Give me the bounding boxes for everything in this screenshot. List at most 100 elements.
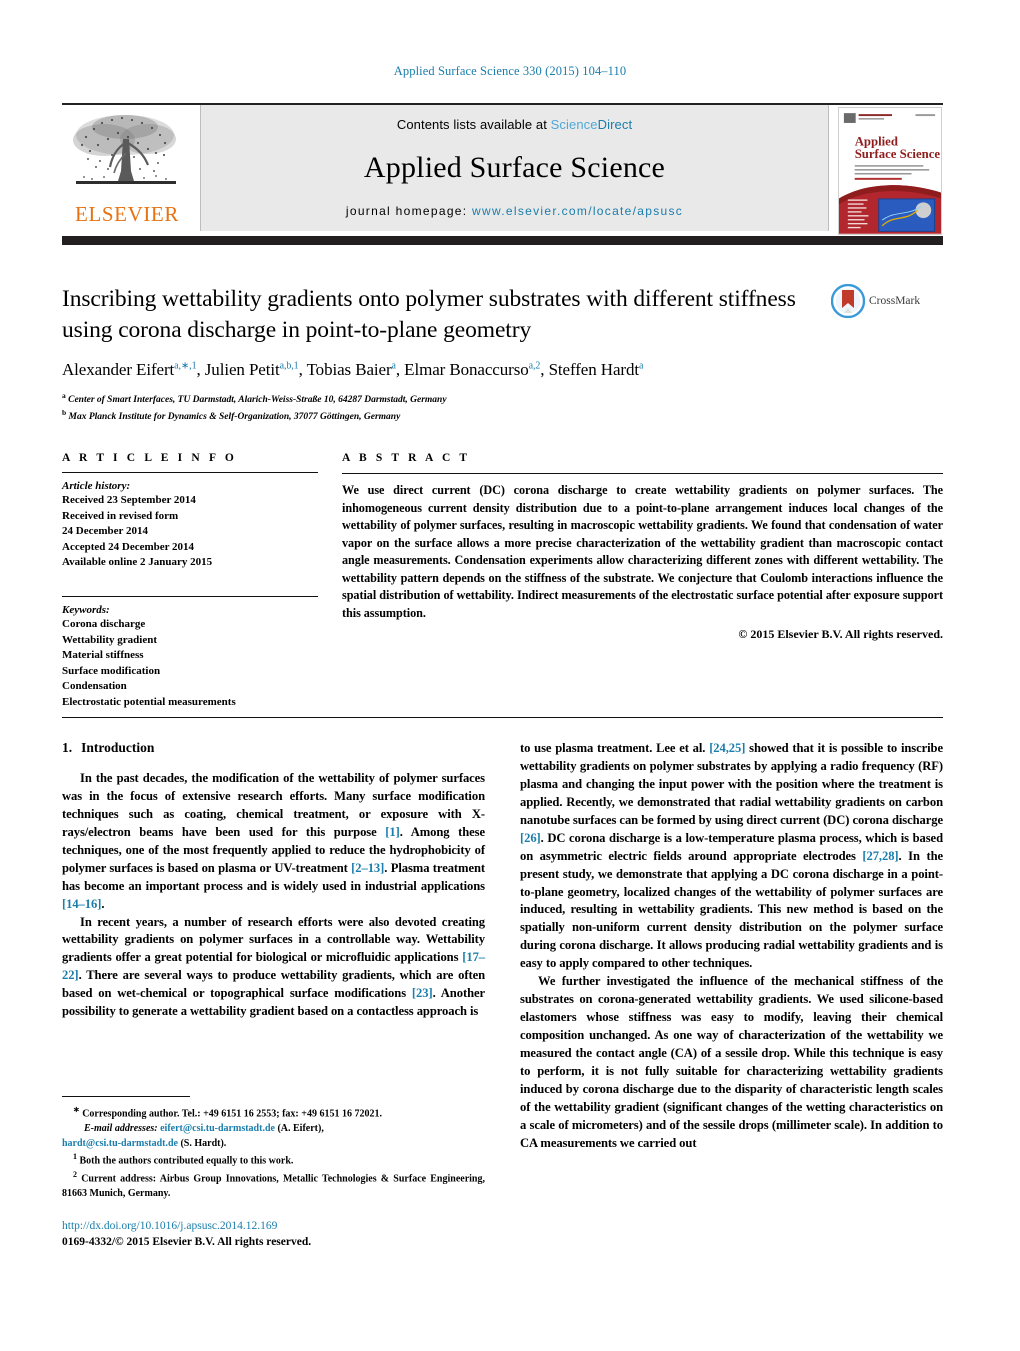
body-paragraph: to use plasma treatment. Lee et al. [24,… bbox=[520, 740, 943, 973]
article-history-line: Received 23 September 2014 bbox=[62, 494, 196, 506]
crossmark-badge[interactable]: CrossMark bbox=[831, 284, 943, 318]
footnote-corresponding-text: Corresponding author. Tel.: +49 6151 16 … bbox=[82, 1108, 382, 1120]
section-title: Introduction bbox=[81, 740, 155, 755]
contents-lists-prefix: Contents lists available at bbox=[396, 117, 551, 132]
article-info-column: A R T I C L E I N F O Article history: R… bbox=[62, 452, 318, 711]
abstract-heading: A B S T R A C T bbox=[342, 452, 471, 464]
left-column-paragraphs: In the past decades, the modification of… bbox=[62, 770, 485, 1021]
info-abstract-row: A R T I C L E I N F O Article history: R… bbox=[62, 452, 943, 711]
article-history-label: Article history: bbox=[62, 480, 131, 492]
email-link-eifert[interactable]: eifert@csi.tu-darmstadt.de bbox=[160, 1123, 275, 1134]
keywords-rule bbox=[62, 596, 318, 598]
journal-masthead: ELSEVIER Contents lists available at Sci… bbox=[62, 103, 943, 235]
doi-link[interactable]: http://dx.doi.org/10.1016/j.apsusc.2014.… bbox=[62, 1219, 562, 1235]
article-first-page: Applied Surface Science 330 (2015) 104–1… bbox=[0, 0, 1020, 1351]
journal-homepage-line: journal homepage: www.elsevier.com/locat… bbox=[346, 204, 683, 218]
author-list: Alexander Eiferta,∗,1, Julien Petita,b,1… bbox=[62, 360, 644, 380]
footnote-rule bbox=[62, 1096, 190, 1097]
affiliation-item: a Center of Smart Interfaces, TU Darmsta… bbox=[62, 391, 943, 408]
citation-reference[interactable]: [1] bbox=[385, 825, 400, 839]
footnote-email-line-1: E-mail addresses: eifert@csi.tu-darmstad… bbox=[62, 1121, 485, 1136]
body-paragraph: We further investigated the influence of… bbox=[520, 973, 943, 1152]
footnote-mark-asterisk: ∗ bbox=[73, 1105, 80, 1114]
article-history-line: 24 December 2014 bbox=[62, 525, 148, 538]
article-history-line: Accepted 24 December 2014 bbox=[62, 540, 195, 553]
citation-reference[interactable]: [14–16] bbox=[62, 897, 101, 911]
paragraph-text: to use plasma treatment. Lee et al. bbox=[520, 741, 710, 755]
page-title: Inscribing wettability gradients onto po… bbox=[62, 286, 796, 344]
issn-copyright-line: 0169-4332/© 2015 Elsevier B.V. All right… bbox=[62, 1235, 312, 1248]
keyword-item: Wettability gradient bbox=[62, 633, 158, 646]
footnote-block: ∗ Corresponding author. Tel.: +49 6151 1… bbox=[62, 1096, 485, 1201]
footnote-note-1-text: Both the authors contributed equally to … bbox=[79, 1155, 294, 1167]
journal-title: Applied Surface Science bbox=[363, 151, 666, 184]
title-block: CrossMark Inscribing wettability gradien… bbox=[62, 284, 943, 425]
abstract-rule bbox=[342, 473, 943, 474]
article-info-rule bbox=[62, 472, 318, 473]
paragraph-text: . bbox=[101, 896, 105, 911]
running-head: Applied Surface Science 330 (2015) 104–1… bbox=[393, 64, 627, 78]
keyword-item: Surface modification bbox=[62, 664, 161, 677]
crossmark-icon bbox=[831, 284, 865, 318]
paragraph-text: . In the present study, we demonstrate t… bbox=[520, 848, 943, 971]
email-addresses-label: E-mail addresses: bbox=[84, 1123, 158, 1135]
footnote-note-2-text: Current address: Airbus Group Innovation… bbox=[62, 1172, 485, 1199]
affiliation-text: Center of Smart Interfaces, TU Darmstadt… bbox=[68, 395, 447, 406]
citation-reference[interactable]: [26] bbox=[520, 831, 541, 845]
email-link-hardt[interactable]: hardt@csi.tu-darmstadt.de bbox=[62, 1138, 178, 1149]
email-owner-eifert: (A. Eifert), bbox=[277, 1123, 324, 1135]
email-owner-hardt: (S. Hardt). bbox=[180, 1138, 227, 1150]
body-paragraph: In the past decades, the modification of… bbox=[62, 770, 485, 914]
citation-reference[interactable]: [27,28] bbox=[862, 849, 898, 863]
article-info-spacer bbox=[62, 571, 318, 588]
body-right-column: to use plasma treatment. Lee et al. [24,… bbox=[520, 740, 943, 1153]
article-history-line: Received in revised form bbox=[62, 509, 179, 522]
article-info-heading: A R T I C L E I N F O bbox=[62, 452, 237, 464]
body-paragraph: In recent years, a number of research ef… bbox=[62, 914, 485, 1022]
keyword-item: Condensation bbox=[62, 680, 127, 693]
right-column-paragraphs: to use plasma treatment. Lee et al. [24,… bbox=[520, 740, 943, 1153]
footnote-note-1: 1 Both the authors contributed equally t… bbox=[62, 1151, 485, 1168]
keyword-item: Electrostatic potential measurements bbox=[62, 696, 236, 709]
keywords-label: Keywords: bbox=[62, 604, 110, 617]
affiliation-list: a Center of Smart Interfaces, TU Darmsta… bbox=[62, 391, 943, 425]
keyword-item: Corona discharge bbox=[62, 618, 146, 631]
footnote-note-2: 2 Current address: Airbus Group Innovati… bbox=[62, 1169, 485, 1201]
body-left-column: 1. Introduction In the past decades, the … bbox=[62, 740, 485, 1153]
footnote-corresponding-author: ∗ Corresponding author. Tel.: +49 6151 1… bbox=[62, 1104, 485, 1121]
body-two-column: 1. Introduction In the past decades, the … bbox=[62, 740, 943, 1153]
body-column-gap bbox=[485, 740, 520, 1153]
citation-reference[interactable]: [24,25] bbox=[709, 741, 745, 755]
section-heading-introduction: 1. Introduction bbox=[62, 740, 485, 756]
body-divider-rule bbox=[62, 717, 943, 718]
affiliation-mark: a bbox=[62, 391, 66, 401]
journal-homepage-link[interactable]: www.elsevier.com/locate/apsusc bbox=[472, 204, 683, 218]
journal-cover-image: Applied Surface Science bbox=[838, 107, 942, 235]
citation-reference[interactable]: [2–13] bbox=[351, 861, 384, 875]
article-history-line: Available online 2 January 2015 bbox=[62, 556, 213, 569]
elsevier-logo: ELSEVIER bbox=[62, 105, 192, 231]
contents-lists-line: Contents lists available at ScienceDirec… bbox=[397, 117, 632, 132]
sciencedirect-link[interactable]: ScienceDirect bbox=[551, 117, 633, 132]
masthead-center-band: Contents lists available at ScienceDirec… bbox=[200, 105, 829, 231]
sciencedirect-science-text: Science bbox=[550, 117, 598, 132]
crossmark-label: CrossMark bbox=[869, 295, 921, 307]
abstract-text: We use direct current (DC) corona discha… bbox=[342, 483, 943, 620]
elsevier-tree-icon bbox=[73, 115, 176, 184]
citation-reference[interactable]: [23] bbox=[412, 986, 433, 1000]
doi-block: http://dx.doi.org/10.1016/j.apsusc.2014.… bbox=[62, 1219, 562, 1250]
masthead-thick-rule bbox=[62, 236, 943, 245]
paragraph-text: We further investigated the influence of… bbox=[520, 974, 943, 1150]
sciencedirect-direct-text: Direct bbox=[597, 117, 633, 132]
paragraph-text: In recent years, a number of research ef… bbox=[62, 914, 485, 965]
svg-text:Surface Science: Surface Science bbox=[855, 147, 941, 161]
column-gap bbox=[318, 452, 342, 711]
affiliation-item: b Max Planck Institute for Dynamics & Se… bbox=[62, 408, 943, 425]
footnote-mark-1: 1 bbox=[73, 1152, 77, 1162]
journal-homepage-prefix: journal homepage: bbox=[345, 204, 473, 218]
keyword-item: Material stiffness bbox=[62, 649, 144, 662]
footnote-mark-2: 2 bbox=[73, 1169, 77, 1179]
footnote-email-line-2: hardt@csi.tu-darmstadt.de (S. Hardt). bbox=[62, 1136, 485, 1151]
section-number: 1. bbox=[62, 740, 73, 755]
abstract-column: A B S T R A C T We use direct current (D… bbox=[342, 452, 943, 711]
